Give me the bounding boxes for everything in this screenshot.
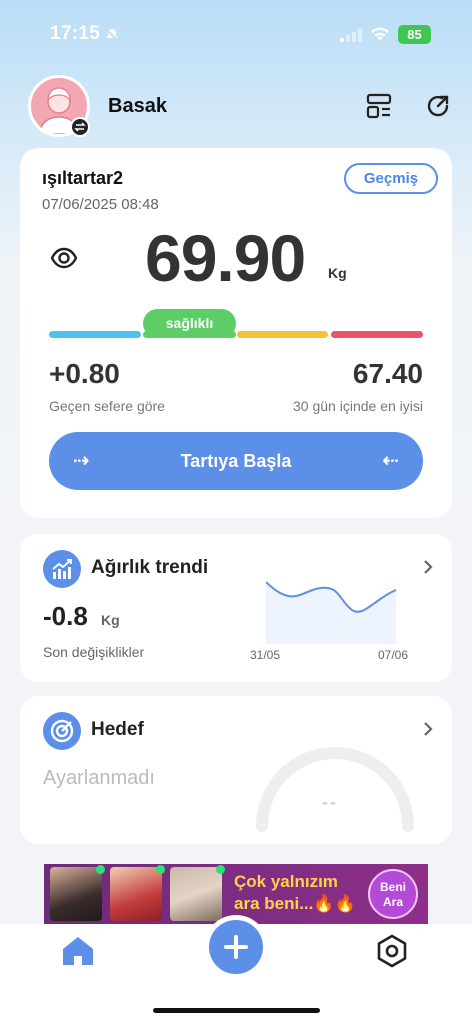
add-button[interactable]	[209, 920, 263, 974]
chevron-right-icon[interactable]	[422, 720, 434, 738]
target-icon	[43, 712, 81, 750]
username: Basak	[108, 95, 167, 117]
online-dot	[156, 865, 165, 874]
bmi-bar-low	[49, 331, 141, 338]
dashboard-layout-icon[interactable]	[366, 93, 392, 119]
tab-bar	[0, 920, 472, 1024]
settings-icon[interactable]	[375, 934, 409, 968]
ad-photo	[170, 867, 222, 921]
trend-sparkline	[266, 581, 397, 644]
bmi-bar-high	[237, 331, 328, 338]
ad-photo	[50, 867, 102, 921]
goal-status: Ayarlanmadı	[43, 767, 155, 789]
signal-icon	[340, 28, 362, 42]
history-button[interactable]: Geçmiş	[344, 163, 438, 194]
trend-title: Ağırlık trendi	[91, 557, 209, 578]
goal-value: --	[322, 792, 338, 812]
weight-value: 69.90	[145, 221, 306, 295]
swap-user-icon[interactable]	[70, 117, 90, 137]
arrow-right-icon: ⇢	[73, 450, 90, 472]
scale-card: ışıltartar2 07/06/2025 08:48 Geçmiş 69.9…	[20, 148, 452, 518]
eye-icon[interactable]	[50, 246, 78, 270]
status-bar: 17:15 85	[0, 0, 472, 70]
trend-chart-icon	[43, 550, 81, 588]
home-icon[interactable]	[60, 934, 96, 968]
goal-card[interactable]: Hedef Ayarlanmadı --	[20, 696, 452, 844]
weight-unit: Kg	[328, 265, 347, 281]
goal-title: Hedef	[91, 719, 144, 740]
status-badge: sağlıklı	[143, 309, 236, 338]
trend-label: Son değişiklikler	[43, 644, 145, 660]
goal-gauge	[256, 747, 414, 832]
change-value: +0.80	[49, 358, 120, 389]
change-label: Geçen sefere göre	[49, 398, 165, 414]
scale-device-name: ışıltartar2	[42, 168, 124, 188]
home-indicator	[153, 1008, 320, 1013]
best-value: 67.40	[352, 358, 423, 389]
wifi-icon	[371, 27, 389, 41]
arrow-left-icon: ⇠	[382, 450, 399, 472]
battery-indicator: 85	[398, 25, 431, 44]
refresh-icon[interactable]	[425, 93, 451, 119]
measure-date: 07/06/2025 08:48	[42, 196, 159, 213]
status-time: 17:15	[50, 23, 101, 44]
ad-photo	[110, 867, 162, 921]
start-weighing-label: Tartıya Başla	[180, 451, 292, 471]
trend-unit: Kg	[101, 612, 120, 628]
trend-date-start: 31/05	[250, 648, 281, 662]
best-label: 30 gün içinde en iyisi	[293, 398, 423, 414]
online-dot	[216, 865, 225, 874]
ad-banner[interactable]: Çok yalnızım ara beni...🔥🔥 Beni Ara	[44, 864, 428, 924]
weight-trend-card[interactable]: Ağırlık trendi -0.8 Kg Son değişiklikler…	[20, 534, 452, 682]
bell-muted-icon	[105, 28, 119, 42]
ad-text: Çok yalnızım ara beni...🔥🔥	[234, 872, 356, 913]
chevron-right-icon[interactable]	[422, 558, 434, 576]
trend-date-end: 07/06	[378, 648, 409, 662]
bmi-bar-obese	[331, 331, 423, 338]
start-weighing-button[interactable]: ⇢ Tartıya Başla ⇠	[49, 432, 423, 490]
online-dot	[96, 865, 105, 874]
plus-icon	[224, 935, 248, 959]
trend-value: -0.8	[43, 601, 88, 631]
ad-call-button[interactable]: Beni Ara	[368, 869, 418, 919]
